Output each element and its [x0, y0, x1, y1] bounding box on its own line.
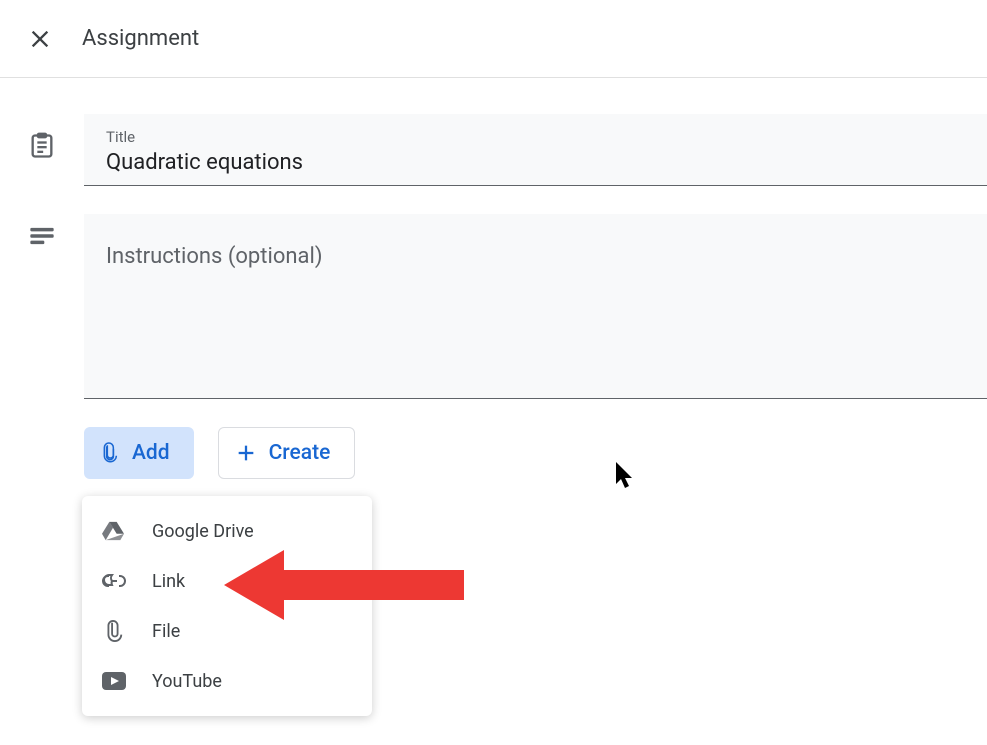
dropdown-item-google-drive[interactable]: Google Drive — [82, 506, 372, 556]
dropdown-item-label: Link — [152, 571, 185, 592]
add-button[interactable]: Add — [84, 427, 194, 479]
dropdown-item-label: YouTube — [152, 671, 222, 692]
youtube-icon — [102, 672, 138, 690]
close-icon — [29, 28, 51, 50]
attachment-icon — [100, 442, 120, 464]
instructions-row-icon — [0, 186, 84, 250]
header-bar: Assignment — [0, 0, 987, 78]
assignment-icon — [28, 132, 56, 160]
assignment-row-icon — [0, 114, 84, 160]
title-label: Title — [106, 128, 965, 146]
close-button[interactable] — [16, 15, 64, 63]
dropdown-item-link[interactable]: Link — [82, 556, 372, 606]
instructions-row: Instructions (optional) — [0, 186, 987, 399]
attachment-icon — [102, 619, 138, 643]
dropdown-item-label: Google Drive — [152, 521, 254, 542]
instructions-placeholder: Instructions (optional) — [106, 244, 323, 269]
dropdown-item-youtube[interactable]: YouTube — [82, 656, 372, 706]
link-icon — [102, 569, 138, 593]
add-button-label: Add — [132, 441, 170, 465]
dropdown-item-label: File — [152, 621, 180, 642]
create-button-label: Create — [269, 441, 331, 465]
page-title: Assignment — [82, 26, 199, 51]
content-area: Title Instructions (optional) Add — [0, 78, 987, 479]
add-dropdown-menu: Google Drive Link File YouTube — [82, 496, 372, 716]
attachment-button-row: Add Create — [84, 427, 987, 479]
instructions-field[interactable]: Instructions (optional) — [84, 214, 987, 399]
title-field[interactable]: Title — [84, 114, 987, 186]
drive-icon — [102, 521, 138, 541]
plus-icon — [235, 442, 257, 464]
title-input[interactable] — [106, 150, 965, 175]
notes-icon — [28, 222, 56, 250]
dropdown-item-file[interactable]: File — [82, 606, 372, 656]
title-row: Title — [0, 114, 987, 186]
create-button[interactable]: Create — [218, 427, 356, 479]
